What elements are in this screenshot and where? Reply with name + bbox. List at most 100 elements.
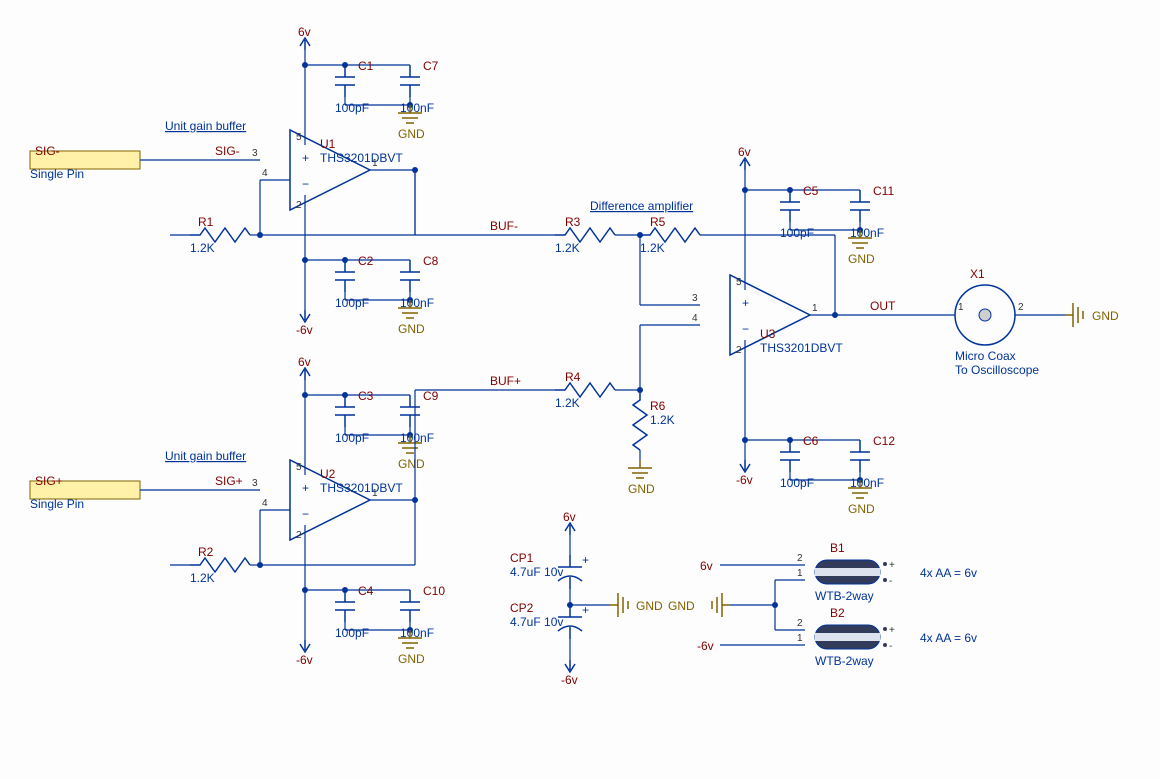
svg-text:+: + [582,603,589,617]
svg-text:5: 5 [736,277,742,288]
b2-val: WTB-2way [815,654,874,668]
gnd-cp [610,593,628,617]
svg-text:2: 2 [797,553,803,564]
gnd-label-cp: GND [636,599,663,613]
c6-name: C6 [803,434,819,448]
cap-c6 [780,440,800,472]
net-sig-plus: SIG+ [215,474,243,488]
net-6v-u2: 6v [298,355,311,369]
gnd-label-5: GND [848,252,875,266]
diff-title: Difference amplifier [590,199,693,213]
gnd-r6 [628,460,652,478]
x1-name: X1 [970,267,985,281]
cap-c12 [850,440,870,472]
svg-text:5: 5 [296,462,302,473]
net-sig-minus: SIG- [215,144,240,158]
gnd-label-3: GND [398,457,425,471]
resistor-r4 [555,383,615,397]
cap-c8 [400,260,420,292]
section-buffer-2: Unit gain buffer SIG+ Single Pin SIG+ 3 … [30,355,555,667]
r4-name: R4 [565,370,581,384]
svg-text:1: 1 [797,633,803,644]
x1-val2: To Oscilloscope [955,363,1039,377]
c8-name: C8 [423,254,439,268]
svg-text:1: 1 [812,303,818,314]
gnd-label-6: GND [848,502,875,516]
resistor-r2 [190,558,250,572]
cap-c3 [335,395,355,427]
cap-c9 [400,395,420,427]
net-m6v-u3: -6v [736,473,753,487]
r4-val: 1.2K [555,396,580,410]
port-sig-plus-label: Single Pin [30,497,84,511]
u2-type: THS3201DBVT [320,481,403,495]
u3-type: THS3201DBVT [760,341,843,355]
r6-val: 1.2K [650,413,675,427]
net-m6v-cp: -6v [561,673,578,687]
svg-text:3: 3 [252,478,258,489]
gnd-label-r6: GND [628,482,655,496]
c12-name: C12 [873,434,895,448]
x1-val: Micro Coax [955,349,1016,363]
svg-text:1: 1 [797,568,803,579]
gnd-x1 [1065,303,1083,327]
svg-text:4: 4 [692,313,698,324]
net-6v-u3: 6v [738,145,751,159]
c5-val: 100pF [780,226,814,240]
gnd-label-1: GND [398,127,425,141]
net-sig-plus-port: SIG+ [35,474,63,488]
c2-name: C2 [358,254,374,268]
svg-text:2: 2 [736,345,742,356]
section-buffer-1: Unit gain buffer SIG- Single Pin SIG- 3 … [30,25,555,337]
svg-text:+: + [582,553,589,567]
r5-name: R5 [650,215,666,229]
net-m6v-u1: -6v [296,323,313,337]
b1-name: B1 [830,541,845,555]
c10-name: C10 [423,584,445,598]
net-m6v-u2: -6v [296,653,313,667]
u1-type: THS3201DBVT [320,151,403,165]
c4-val: 100pF [335,626,369,640]
u3-name: U3 [760,327,776,341]
svg-text:4: 4 [262,168,268,179]
svg-text:1: 1 [958,302,964,313]
svg-text:3: 3 [252,148,258,159]
c11-name: C11 [873,184,894,198]
section-batteries: 6v 2 GND 1 2 -6v 1 B1 WTB-2way 4x AA = 6… [668,541,977,668]
cap-c10 [400,590,420,622]
gnd-label-batt: GND [668,599,695,613]
r5-val: 1.2K [640,241,665,255]
resistor-r5 [640,228,700,242]
c7-name: C7 [423,59,439,73]
net-m6v-b: -6v [697,639,714,653]
gnd-label-4: GND [398,652,425,666]
r1-val: 1.2K [190,241,215,255]
c3-name: C3 [358,389,374,403]
cp2-val: 4.7uF 10v [510,615,563,629]
gnd-label-out: GND [1092,309,1119,323]
cap-c5 [780,190,800,222]
u1-name: U1 [320,137,336,151]
r2-val: 1.2K [190,571,215,585]
svg-text:2: 2 [296,530,302,541]
net-6v-b: 6v [700,559,713,573]
cap-c2 [335,260,355,292]
r3-name: R3 [565,215,581,229]
svg-text:5: 5 [296,132,302,143]
resistor-r1 [190,228,250,242]
connector-x1: 1 2 GND X1 Micro Coax To Oscilloscope [955,267,1119,377]
c9-name: C9 [423,389,439,403]
svg-text:3: 3 [692,293,698,304]
b2-note: 4x AA = 6v [920,631,977,645]
section-diff-amp: Difference amplifier R3 1.2K R5 1.2K 3 R… [555,145,1119,516]
battery-b2 [815,625,895,652]
svg-text:4: 4 [262,498,268,509]
gnd-label-2: GND [398,322,425,336]
b2-name: B2 [830,606,845,620]
r3-val: 1.2K [555,241,580,255]
r6-name: R6 [650,399,666,413]
r1-name: R1 [198,215,214,229]
cap-c11 [850,190,870,222]
buffer1-title: Unit gain buffer [165,119,246,133]
net-sig-minus-port: SIG- [35,144,60,158]
